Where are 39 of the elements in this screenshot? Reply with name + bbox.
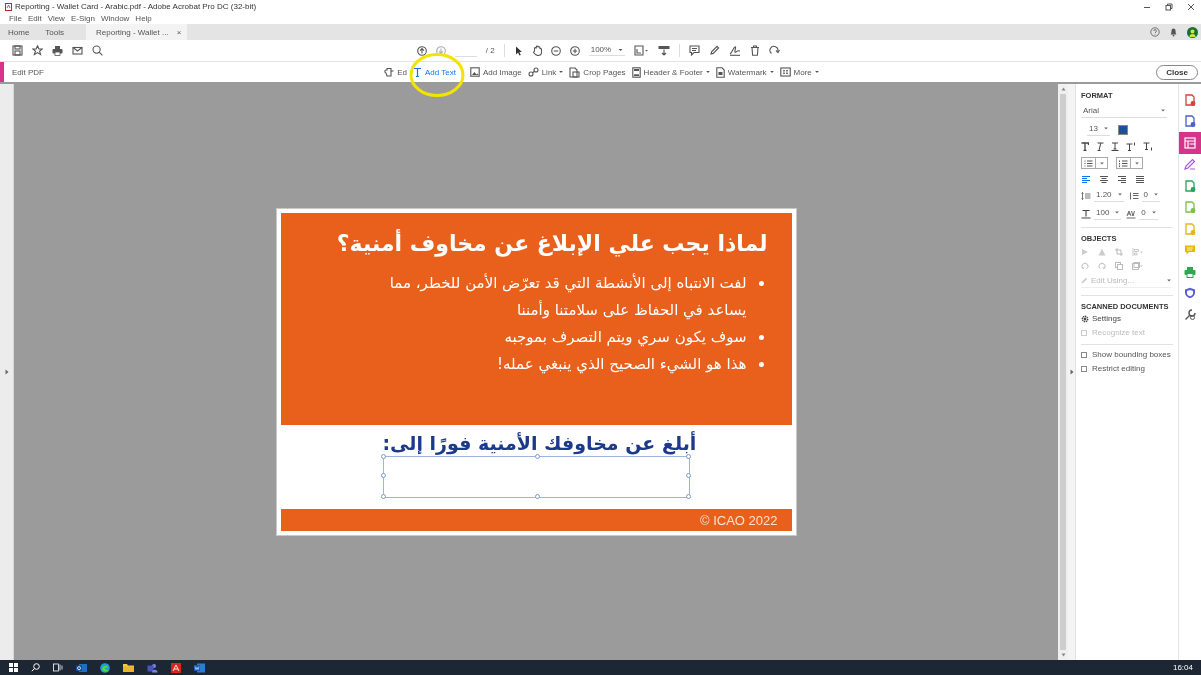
window-title: Reporting - Wallet Card - Arabic.pdf - Adobe Acrobat Pro DC (32-bit) — [15, 2, 257, 11]
checkbox[interactable]: Show bounding boxes — [1081, 350, 1175, 359]
tool-button[interactable]: Link — [527, 67, 564, 77]
edit-pdf-title: Edit PDF — [12, 67, 44, 77]
font-dropdown[interactable]: Arial — [1081, 105, 1167, 118]
settings-button[interactable]: Settings — [1081, 314, 1175, 323]
menu-item[interactable]: Window — [100, 14, 130, 23]
menu-item[interactable]: E-Sign — [70, 14, 95, 23]
bullet-text: هذا هو الشيء الصحيح الذي ينبغي عمله! — [497, 354, 747, 376]
font-size-dropdown[interactable]: 13 — [1087, 124, 1110, 136]
bullet-text: لفت الانتباه إلى الأنشطة التي قد تعرّض الأمن للخطر، مما يساعد في الحفاظ على سلامتنا وأمننا — [388, 272, 747, 322]
tab[interactable]: Reporting - Wallet ... × — [86, 24, 188, 40]
copyright-text: © ICAO 2022 — [700, 512, 778, 528]
tool-button[interactable]: Header & Footer — [631, 66, 710, 78]
tab[interactable]: Home — [0, 24, 38, 40]
menu-item[interactable]: File — [9, 14, 22, 23]
paragraph-spacing-dropdown[interactable]: 0 — [1141, 190, 1161, 202]
clock: 16:04 — [1172, 663, 1193, 672]
tool-button[interactable]: Crop Pages — [569, 66, 626, 78]
tool-button[interactable]: Watermark — [715, 66, 774, 78]
tool-button[interactable]: Ed — [384, 67, 407, 77]
page-total: / 2 — [485, 46, 495, 55]
tab-close-button[interactable]: × — [176, 27, 182, 37]
bullet-text: سوف يكون سري ويتم التصرف بموجبه — [504, 327, 747, 349]
menu-item[interactable]: Edit — [27, 14, 42, 23]
tab[interactable]: Tools — [37, 24, 73, 40]
close-button[interactable]: Close — [1156, 64, 1198, 80]
tool-button[interactable]: More — [779, 67, 819, 77]
menu-item[interactable]: Help — [135, 14, 152, 23]
checkbox[interactable]: Restrict editing — [1081, 364, 1175, 373]
tool-button[interactable]: Add Image — [469, 67, 522, 77]
card-heading: لماذا يجب علي الإبلاغ عن مخاوف أمنية؟ — [336, 231, 768, 256]
character-spacing-dropdown[interactable]: 0 — [1139, 208, 1158, 220]
report-prompt: أبلغ عن مخاوفك الأمنية فورًا إلى: — [382, 432, 697, 454]
tool-button[interactable]: Add Text — [413, 67, 456, 77]
horizontal-scale-dropdown[interactable]: 100 — [1094, 208, 1122, 220]
zoom-dropdown[interactable]: 100% — [588, 45, 626, 56]
menu-item[interactable]: View — [47, 14, 65, 23]
line-spacing-dropdown[interactable]: 1.20 — [1094, 190, 1124, 202]
